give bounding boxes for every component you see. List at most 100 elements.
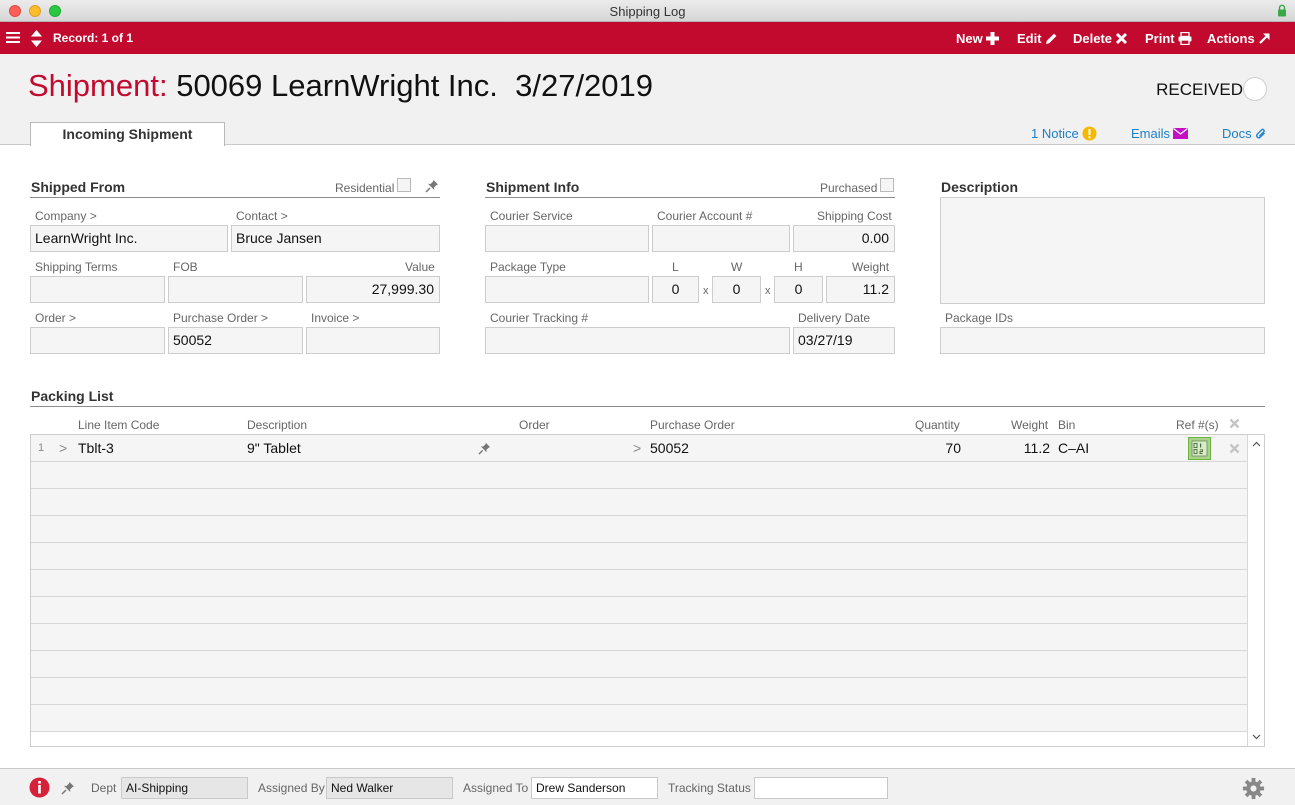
company-field[interactable]: LearnWright Inc. [30, 225, 228, 252]
shipped-from-heading: Shipped From [31, 179, 126, 195]
page-title: Shipment: 50069 LearnWright Inc. 3/27/20… [28, 68, 653, 104]
order-open-arrow[interactable]: > [633, 435, 641, 461]
hamburger-menu-icon[interactable] [6, 31, 20, 44]
contact-field[interactable]: Bruce Jansen [231, 225, 440, 252]
delete-row-icon[interactable] [1229, 443, 1240, 454]
table-row[interactable] [31, 462, 1248, 489]
column-header-bin[interactable]: Bin [1058, 418, 1075, 432]
title-main: 50069 LearnWright Inc. 3/27/2019 [176, 68, 654, 103]
courier-account-label: Courier Account # [657, 209, 753, 223]
print-button-label: Print [1145, 31, 1175, 46]
shipping-terms-field[interactable] [30, 276, 165, 303]
column-header-quantity[interactable]: Quantity [915, 418, 960, 432]
window-titlebar: Shipping Log [0, 0, 1295, 22]
delete-button-label: Delete [1073, 31, 1113, 46]
length-field[interactable]: 0 [652, 276, 699, 303]
purchase-order-field[interactable]: 50052 [168, 327, 303, 354]
width-field[interactable]: 0 [712, 276, 761, 303]
table-row[interactable] [31, 597, 1248, 624]
quantity-cell[interactable]: 70 [911, 435, 961, 461]
courier-service-field[interactable] [485, 225, 649, 252]
description-cell[interactable]: 9" Tablet [247, 435, 301, 461]
column-header-ref[interactable]: Ref #(s) [1176, 418, 1219, 432]
chevron-down-icon[interactable] [1252, 734, 1261, 740]
contact-label[interactable]: Contact > [236, 209, 288, 223]
delivery-date-field[interactable]: 03/27/19 [793, 327, 895, 354]
emails-link[interactable]: Emails [1131, 126, 1189, 141]
packing-list-scrollbar[interactable] [1247, 435, 1264, 746]
gear-icon[interactable] [1242, 777, 1265, 800]
close-icon[interactable] [1229, 418, 1240, 429]
reference-numbers-icon[interactable] [1188, 437, 1211, 460]
package-type-field[interactable] [485, 276, 649, 303]
print-button[interactable]: Print [1145, 31, 1192, 46]
column-header-purchase-order[interactable]: Purchase Order [650, 418, 735, 432]
record-navigation-icon[interactable] [30, 29, 43, 48]
height-field[interactable]: 0 [774, 276, 823, 303]
warning-icon [1082, 126, 1097, 141]
table-row[interactable] [31, 624, 1248, 651]
line-item-code-cell[interactable]: Tblt-3 [78, 435, 114, 461]
tab-incoming-shipment[interactable]: Incoming Shipment [30, 122, 225, 146]
assigned-to-field[interactable]: Drew Sanderson [531, 777, 658, 799]
docs-link[interactable]: Docs [1222, 126, 1267, 141]
column-header-order[interactable]: Order [519, 418, 550, 432]
courier-tracking-field[interactable] [485, 327, 790, 354]
column-header-description[interactable]: Description [247, 418, 307, 432]
pin-icon[interactable] [425, 179, 439, 193]
packing-list-divider [30, 406, 1265, 407]
value-field[interactable]: 27,999.30 [306, 276, 440, 303]
company-label[interactable]: Company > [35, 209, 97, 223]
table-row[interactable] [31, 651, 1248, 678]
purchased-checkbox[interactable] [880, 178, 894, 192]
bin-cell[interactable]: C–AI [1058, 435, 1089, 461]
table-row[interactable] [31, 678, 1248, 705]
table-row[interactable] [31, 489, 1248, 516]
package-ids-field[interactable] [940, 327, 1265, 354]
purchase-order-cell[interactable]: 50052 [650, 435, 689, 461]
weight-cell[interactable]: 11.2 [998, 435, 1050, 461]
edit-button[interactable]: Edit [1017, 31, 1058, 46]
shipped-from-divider [30, 197, 440, 198]
order-label[interactable]: Order > [35, 311, 76, 325]
courier-account-field[interactable] [652, 225, 790, 252]
description-textarea[interactable] [940, 197, 1265, 304]
shipping-cost-field[interactable]: 0.00 [793, 225, 895, 252]
notice-link[interactable]: 1 Notice [1031, 126, 1097, 141]
info-icon[interactable] [29, 777, 50, 798]
column-header-line-item-code[interactable]: Line Item Code [78, 418, 159, 432]
table-row[interactable] [31, 543, 1248, 570]
record-counter: Record: 1 of 1 [53, 31, 134, 45]
new-button[interactable]: New [956, 31, 999, 46]
table-row[interactable] [31, 570, 1248, 597]
column-header-weight[interactable]: Weight [1011, 418, 1048, 432]
assigned-by-field[interactable]: Ned Walker [326, 777, 453, 799]
table-row[interactable] [31, 516, 1248, 543]
description-heading: Description [941, 179, 1019, 195]
delete-button[interactable]: Delete [1073, 31, 1128, 46]
assigned-by-label: Assigned By [258, 781, 325, 795]
weight-field[interactable]: 11.2 [826, 276, 895, 303]
table-row[interactable] [31, 705, 1248, 732]
status-toggle[interactable] [1243, 77, 1267, 101]
package-type-label: Package Type [490, 260, 566, 274]
fob-field[interactable] [168, 276, 303, 303]
invoice-field[interactable] [306, 327, 440, 354]
tracking-status-field[interactable] [754, 777, 888, 799]
weight-label: Weight [852, 260, 890, 274]
actions-button[interactable]: Actions [1207, 31, 1271, 46]
packing-list-grid: 1 > Tblt-3 9" Tablet > 50052 70 11.2 C–A… [30, 434, 1265, 747]
chevron-up-icon[interactable] [1252, 441, 1261, 447]
order-field[interactable] [30, 327, 165, 354]
arrow-up-right-icon [1258, 33, 1270, 44]
pin-icon[interactable] [61, 781, 75, 795]
edit-button-label: Edit [1017, 31, 1042, 46]
purchase-order-label[interactable]: Purchase Order > [173, 311, 268, 325]
invoice-label[interactable]: Invoice > [311, 311, 359, 325]
title-prefix: Shipment: [28, 68, 168, 103]
residential-checkbox[interactable] [397, 178, 411, 192]
pin-icon[interactable] [478, 442, 491, 455]
dept-field[interactable]: AI-Shipping [121, 777, 248, 799]
row-open-arrow[interactable]: > [59, 435, 67, 461]
table-row[interactable]: 1 > Tblt-3 9" Tablet > 50052 70 11.2 C–A… [31, 435, 1248, 462]
